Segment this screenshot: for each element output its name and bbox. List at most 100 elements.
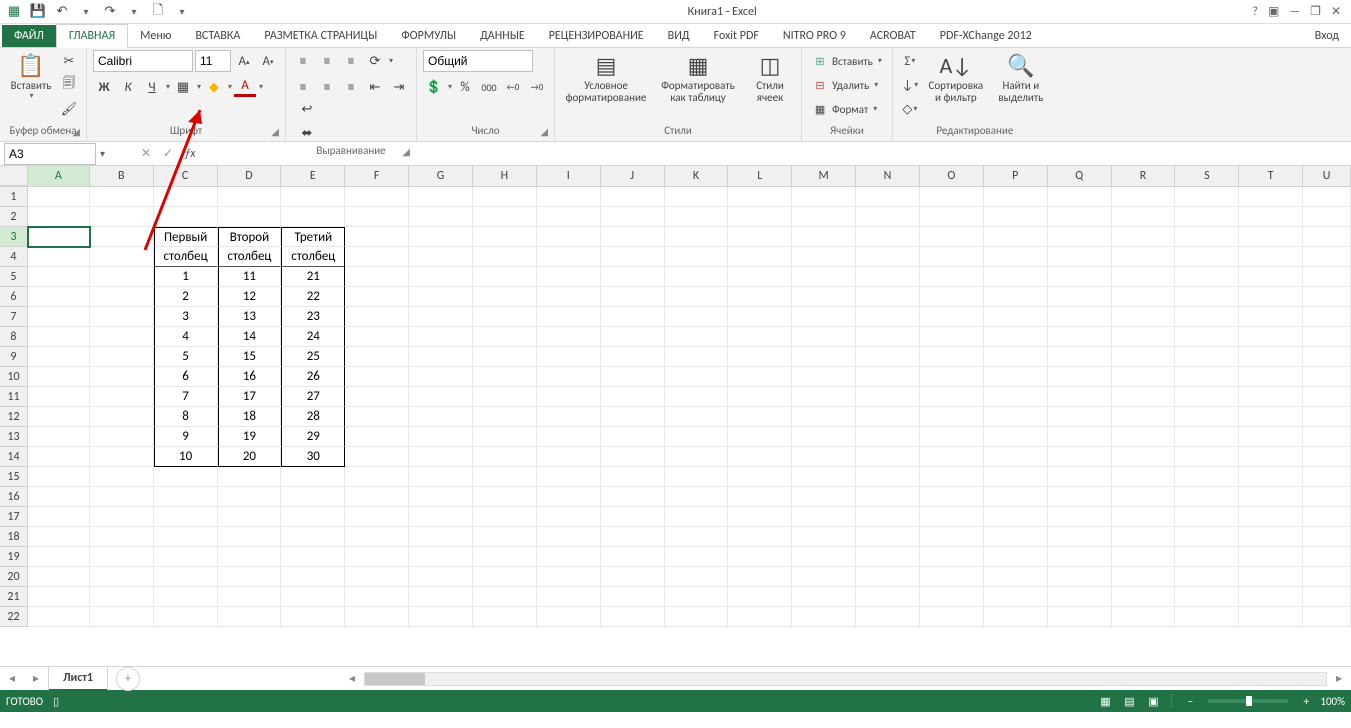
cell[interactable]	[856, 487, 920, 507]
cell[interactable]	[345, 367, 409, 387]
cell[interactable]	[409, 187, 473, 207]
cell[interactable]: 19	[218, 427, 282, 447]
row-header[interactable]: 12	[0, 407, 28, 427]
cell[interactable]	[218, 607, 282, 627]
cell[interactable]	[1303, 267, 1351, 287]
align-bottom-button[interactable]: ≡	[340, 50, 362, 72]
cell[interactable]	[1048, 227, 1112, 247]
cell[interactable]	[728, 187, 792, 207]
cell[interactable]	[984, 567, 1048, 587]
cell[interactable]	[792, 387, 856, 407]
format-painter-button[interactable]: 🖌	[58, 98, 80, 120]
underline-button[interactable]: Ч	[141, 76, 163, 98]
sheet-nav-next[interactable]: ▸	[24, 667, 48, 691]
cell[interactable]	[601, 507, 665, 527]
cell[interactable]	[1048, 587, 1112, 607]
row-header[interactable]: 3	[0, 227, 28, 247]
cell[interactable]	[1303, 467, 1351, 487]
increase-font-button[interactable]: A▴	[233, 50, 255, 72]
decrease-indent-button[interactable]: ⇤	[364, 76, 386, 98]
cell[interactable]	[90, 547, 154, 567]
cell[interactable]	[856, 207, 920, 227]
cell[interactable]	[920, 347, 984, 367]
zoom-value[interactable]: 100%	[1320, 695, 1345, 708]
cell[interactable]	[728, 367, 792, 387]
cell[interactable]	[728, 347, 792, 367]
cell[interactable]	[409, 387, 473, 407]
column-header[interactable]: U	[1303, 166, 1351, 186]
cell[interactable]	[920, 487, 984, 507]
cell[interactable]	[728, 547, 792, 567]
cell[interactable]	[1112, 487, 1176, 507]
number-launcher[interactable]: ◢	[540, 125, 548, 138]
cell[interactable]	[601, 487, 665, 507]
cell[interactable]	[1239, 227, 1303, 247]
cell[interactable]	[728, 607, 792, 627]
cell[interactable]	[345, 447, 409, 467]
cell[interactable]	[1175, 267, 1239, 287]
cell[interactable]	[345, 227, 409, 247]
cell[interactable]	[537, 247, 601, 267]
cell[interactable]	[920, 587, 984, 607]
cell[interactable]	[1303, 567, 1351, 587]
cell[interactable]: 8	[154, 407, 218, 427]
cell[interactable]	[281, 207, 345, 227]
cell[interactable]	[28, 207, 90, 227]
cell[interactable]	[1112, 587, 1176, 607]
view-pagebreak-button[interactable]: ▣	[1143, 692, 1163, 710]
cell[interactable]	[1239, 467, 1303, 487]
cell[interactable]	[345, 307, 409, 327]
cell[interactable]	[473, 467, 537, 487]
restore-button[interactable]: ❐	[1310, 4, 1321, 19]
cell[interactable]	[920, 547, 984, 567]
cell[interactable]	[409, 327, 473, 347]
clipboard-launcher[interactable]: ◢	[72, 125, 80, 138]
alignment-launcher[interactable]: ◢	[402, 145, 410, 158]
cell[interactable]	[665, 187, 729, 207]
merge-button[interactable]: ⬌	[296, 122, 318, 144]
cell[interactable]	[1175, 187, 1239, 207]
cell[interactable]	[856, 427, 920, 447]
font-name-select[interactable]	[93, 50, 193, 72]
cell[interactable]	[28, 487, 90, 507]
cell[interactable]	[1239, 347, 1303, 367]
cell[interactable]: 23	[281, 307, 345, 327]
cell[interactable]	[345, 467, 409, 487]
cell[interactable]	[1048, 327, 1112, 347]
cell[interactable]	[473, 547, 537, 567]
cell[interactable]	[856, 367, 920, 387]
cell[interactable]	[473, 347, 537, 367]
column-header[interactable]: H	[473, 166, 537, 186]
cell[interactable]	[90, 487, 154, 507]
cell[interactable]	[1239, 567, 1303, 587]
cell[interactable]	[920, 447, 984, 467]
cell[interactable]	[409, 487, 473, 507]
cell[interactable]	[1112, 367, 1176, 387]
cell[interactable]	[792, 187, 856, 207]
cell[interactable]	[792, 507, 856, 527]
cell[interactable]	[665, 467, 729, 487]
cell[interactable]	[90, 367, 154, 387]
format-cells-button[interactable]: ▦Формат▾	[808, 98, 881, 120]
cell[interactable]: 28	[281, 407, 345, 427]
column-header[interactable]: P	[984, 166, 1048, 186]
bold-button[interactable]: Ж	[93, 76, 115, 98]
cell[interactable]	[920, 327, 984, 347]
undo-button[interactable]: ↶	[52, 2, 72, 22]
cell[interactable]	[218, 547, 282, 567]
cell[interactable]	[1239, 547, 1303, 567]
enter-formula-button[interactable]: ✓	[157, 143, 179, 165]
cell[interactable]	[1112, 207, 1176, 227]
cell[interactable]	[601, 427, 665, 447]
cell[interactable]	[1112, 567, 1176, 587]
column-header[interactable]: N	[856, 166, 920, 186]
cell[interactable]	[856, 467, 920, 487]
cell[interactable]	[792, 427, 856, 447]
cell[interactable]	[728, 507, 792, 527]
name-box-dropdown[interactable]: ▾	[100, 147, 105, 160]
copy-button[interactable]: 🗐	[58, 74, 80, 96]
cell[interactable]	[1048, 467, 1112, 487]
cell[interactable]	[1175, 427, 1239, 447]
cell[interactable]	[792, 607, 856, 627]
cell[interactable]	[409, 267, 473, 287]
